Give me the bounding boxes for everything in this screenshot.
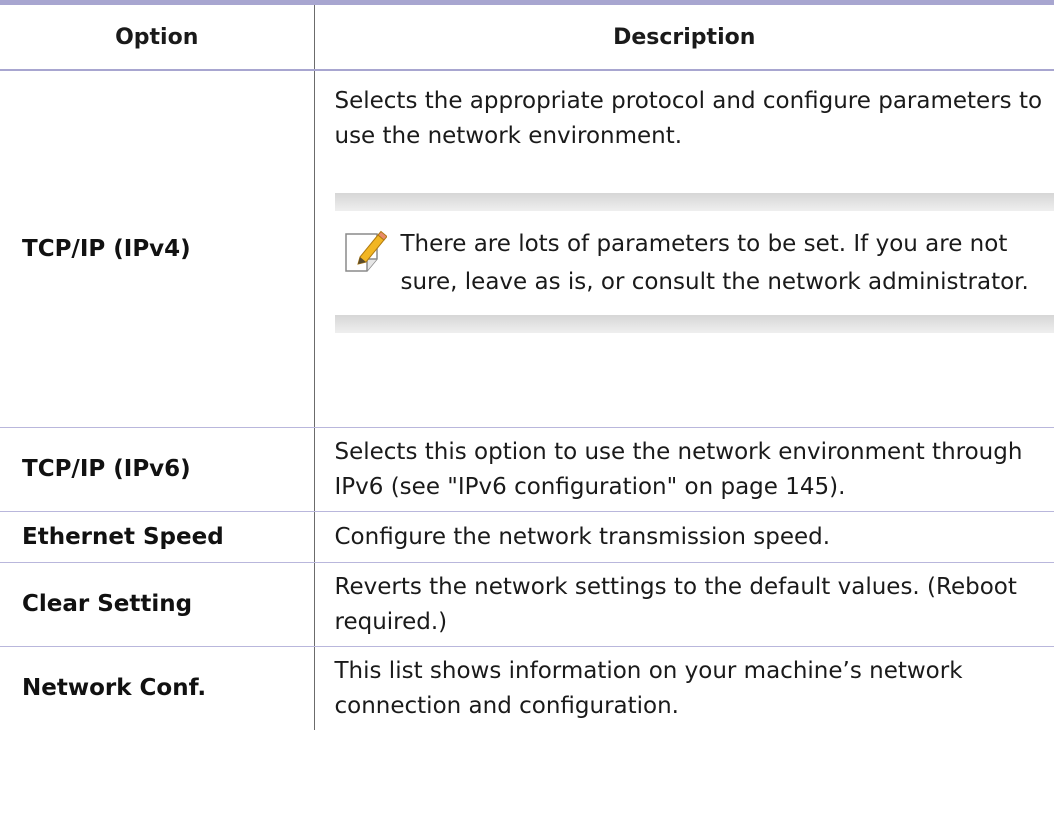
option-description: This list shows information on your mach… [334,657,963,719]
note-text: There are lots of parameters to be set. … [400,231,1029,295]
note-top-bar [334,193,1054,211]
option-description-cell: Selects the appropriate protocol and con… [314,70,1054,428]
note-body: There are lots of parameters to be set. … [335,211,1054,315]
note-box: There are lots of parameters to be set. … [334,193,1054,333]
option-name: Ethernet Speed [0,511,315,563]
option-column-header: Option [0,5,315,71]
table-row: Clear Setting Reverts the network settin… [0,562,1054,647]
note-bottom-bar [334,315,1054,333]
description-column-header: Description [313,5,1054,71]
option-name: Network Conf. [0,646,315,730]
note-pencil-icon [344,230,387,272]
table-row: TCP/IP (IPv4) Selects the appropriate pr… [0,70,1054,428]
option-name: TCP/IP (IPv4) [0,70,315,428]
table-row: Network Conf. This list shows informatio… [0,646,1054,730]
options-table: Option Description TCP/IP (IPv4) Selects… [0,5,1054,730]
option-description: Selects this option to use the network e… [314,427,1054,512]
table-row: TCP/IP (IPv6) Selects this option to use… [0,427,1054,512]
table-row: Ethernet Speed Configure the network tra… [0,511,1054,563]
option-description: Configure the network transmission speed… [314,511,1054,563]
option-description: Reverts the network settings to the defa… [314,562,1054,647]
table-header-row: Option Description [0,5,1054,71]
option-name: TCP/IP (IPv6) [0,427,315,512]
option-name: Clear Setting [0,562,315,647]
option-description: Selects the appropriate protocol and con… [334,88,1043,149]
